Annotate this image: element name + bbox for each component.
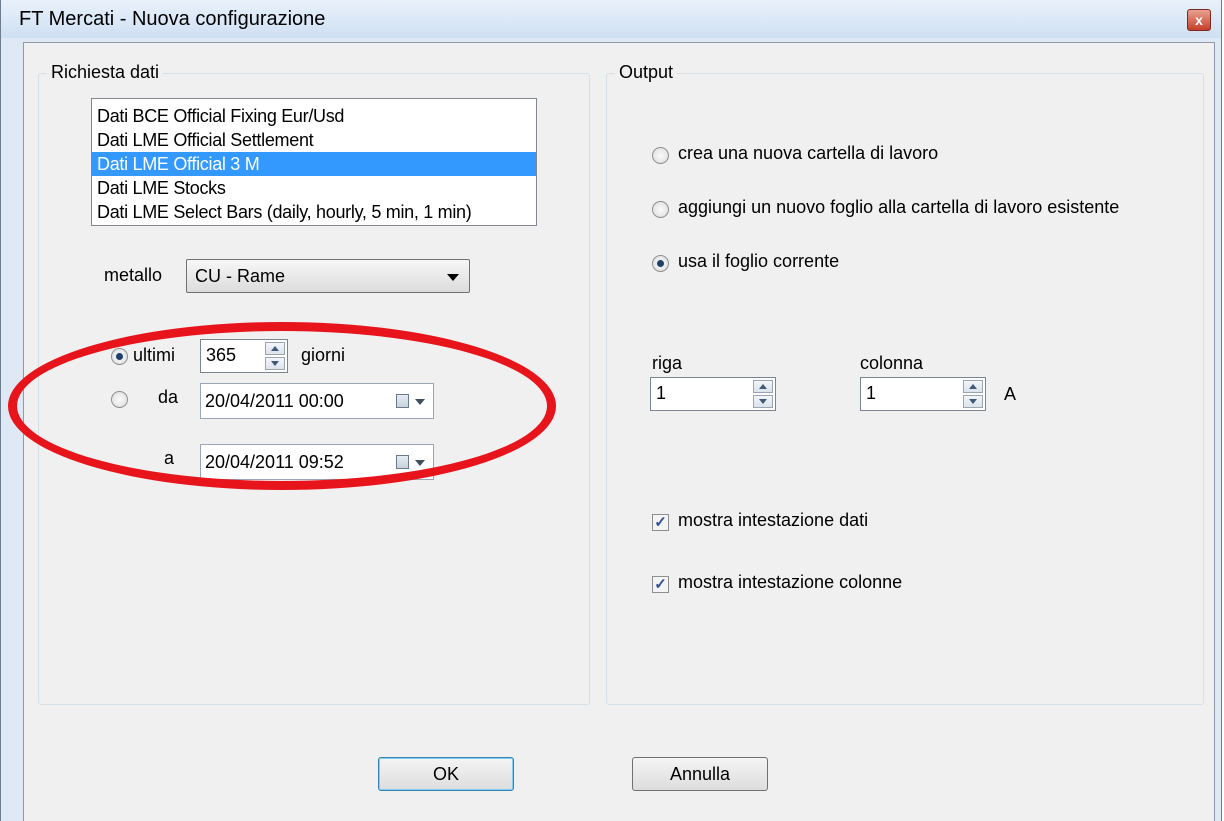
show-data-header-checkbox[interactable]: ✓ xyxy=(652,514,669,531)
current-sheet-radio[interactable] xyxy=(652,255,669,272)
chevron-down-icon[interactable] xyxy=(415,399,425,405)
close-button[interactable]: x xyxy=(1187,9,1211,31)
new-workbook-label: crea una nuova cartella di lavoro xyxy=(678,143,939,163)
spin-down-icon[interactable] xyxy=(963,395,983,408)
metal-select[interactable]: CU - Rame xyxy=(186,259,470,293)
column-spin-buttons[interactable] xyxy=(963,380,983,408)
spin-down-icon[interactable] xyxy=(753,395,773,408)
from-label: da xyxy=(158,387,179,407)
data-source-item-selected[interactable]: Dati LME Official 3 M xyxy=(92,152,536,176)
last-days-spinner[interactable]: 365 xyxy=(200,339,288,373)
to-date-picker[interactable]: 20/04/2011 09:52 xyxy=(200,444,434,480)
data-source-item[interactable]: Dati BCE Official Fixing Eur/Usd xyxy=(92,104,536,128)
from-date-picker[interactable]: 20/04/2011 00:00 xyxy=(200,383,434,419)
to-label: a xyxy=(164,448,175,468)
row-label: riga xyxy=(652,353,683,373)
dialog-window: FT Mercati - Nuova configurazione x Rich… xyxy=(0,0,1222,821)
title-bar[interactable]: FT Mercati - Nuova configurazione x xyxy=(1,0,1221,38)
current-sheet-label: usa il foglio corrente xyxy=(678,251,840,271)
data-source-list[interactable]: Dati BCE Official Fixing Eur/Usd Dati LM… xyxy=(91,98,537,226)
to-date-value: 20/04/2011 09:52 xyxy=(205,452,344,472)
new-sheet-label: aggiungi un nuovo foglio alla cartella d… xyxy=(678,197,1120,217)
column-letter: A xyxy=(1004,384,1017,404)
spin-up-icon[interactable] xyxy=(963,380,983,393)
last-label: ultimi xyxy=(133,345,176,365)
last-days-spin-buttons[interactable] xyxy=(265,342,285,370)
spin-up-icon[interactable] xyxy=(265,342,285,355)
row-spin-buttons[interactable] xyxy=(753,380,773,408)
close-icon: x xyxy=(1195,12,1203,28)
last-days-radio[interactable] xyxy=(111,348,128,365)
from-date-value: 20/04/2011 00:00 xyxy=(205,391,344,411)
days-label: giorni xyxy=(301,345,346,365)
request-data-legend: Richiesta dati xyxy=(47,62,164,83)
chevron-down-icon[interactable] xyxy=(415,460,425,466)
calendar-icon[interactable] xyxy=(396,455,409,469)
row-spinner[interactable]: 1 xyxy=(650,377,776,411)
chevron-down-icon xyxy=(447,274,459,281)
ok-button[interactable]: OK xyxy=(378,757,514,791)
cancel-button[interactable]: Annulla xyxy=(632,757,768,791)
column-value: 1 xyxy=(866,383,877,403)
last-days-value: 365 xyxy=(206,345,237,365)
column-spinner[interactable]: 1 xyxy=(860,377,986,411)
date-range-radio[interactable] xyxy=(111,391,128,408)
dialog-client-area: Richiesta dati Dati BCE Official Fixing … xyxy=(23,42,1215,821)
new-sheet-radio[interactable] xyxy=(652,201,669,218)
column-label: colonna xyxy=(860,353,924,373)
metal-select-value: CU - Rame xyxy=(195,266,286,286)
calendar-icon[interactable] xyxy=(396,394,409,408)
data-source-item[interactable]: Dati LME Select Bars (daily, hourly, 5 m… xyxy=(92,200,536,224)
new-workbook-radio[interactable] xyxy=(652,147,669,164)
row-value: 1 xyxy=(656,383,667,403)
window-title: FT Mercati - Nuova configurazione xyxy=(19,8,326,30)
show-data-header-label: mostra intestazione dati xyxy=(678,510,869,530)
spin-up-icon[interactable] xyxy=(753,380,773,393)
data-source-item[interactable]: Dati LME Official Settlement xyxy=(92,128,536,152)
metal-label: metallo xyxy=(104,265,163,285)
spin-down-icon[interactable] xyxy=(265,357,285,370)
output-legend: Output xyxy=(615,62,678,83)
show-column-header-label: mostra intestazione colonne xyxy=(678,572,903,592)
data-source-item[interactable]: Dati LME Stocks xyxy=(92,176,536,200)
show-column-header-checkbox[interactable]: ✓ xyxy=(652,576,669,593)
